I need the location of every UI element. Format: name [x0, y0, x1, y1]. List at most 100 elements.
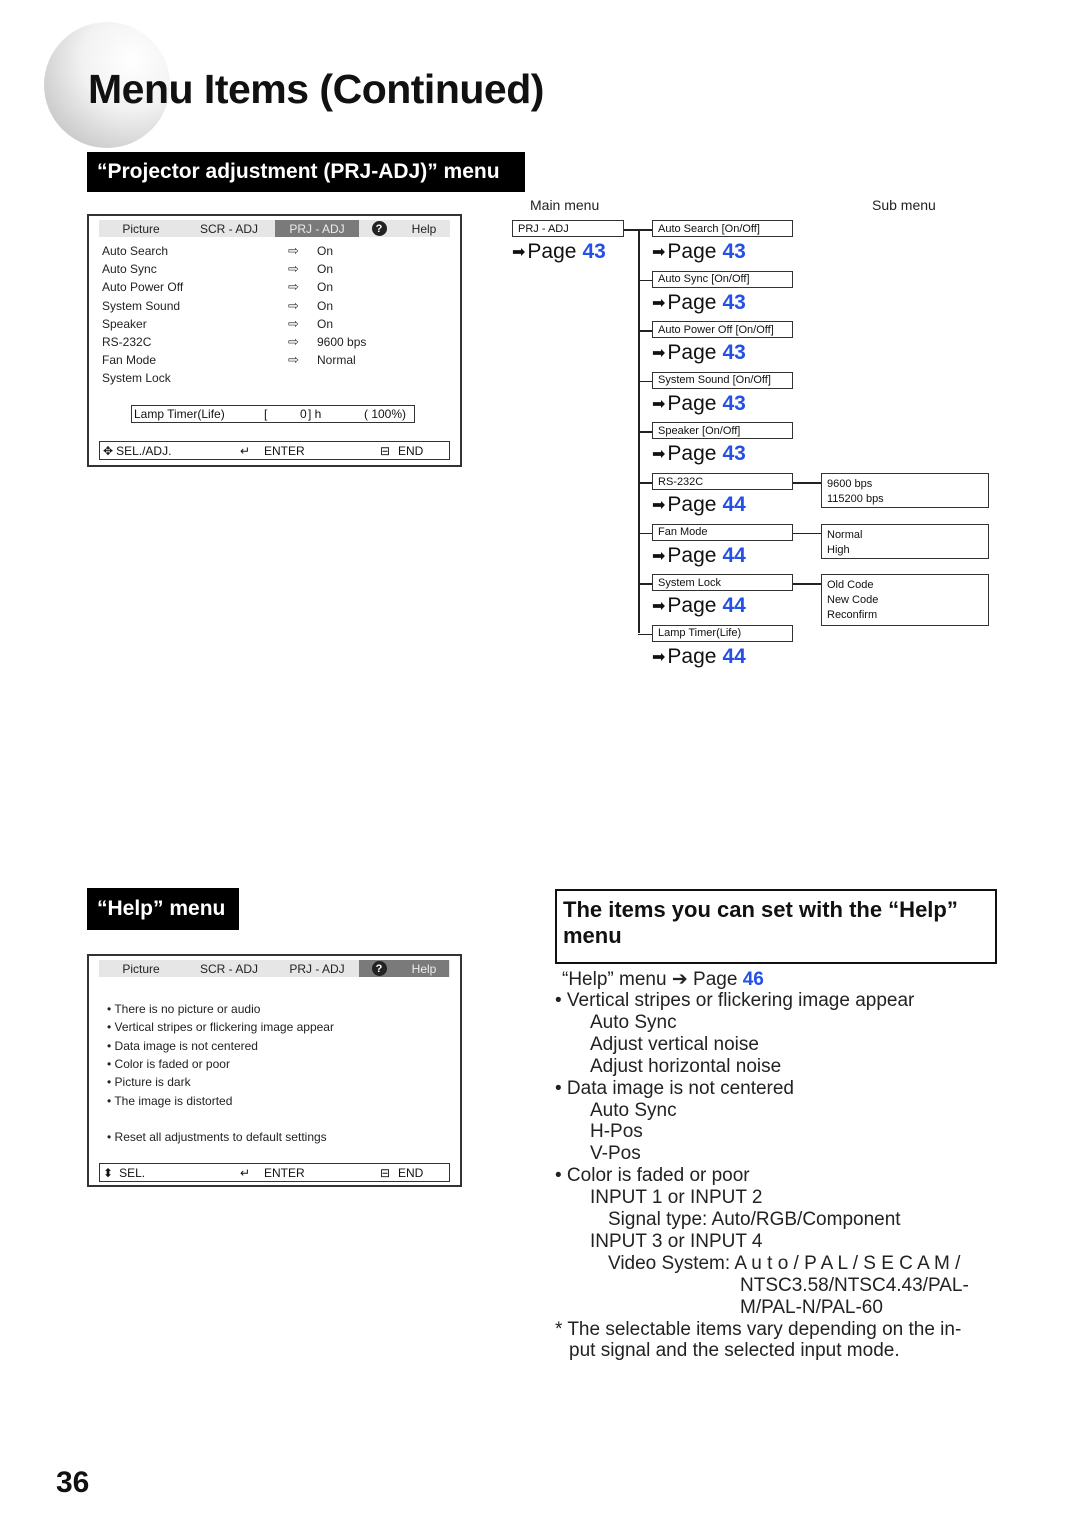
osd-menu-item[interactable]: Speaker [102, 315, 147, 333]
right-arrow-icon: ➡ [652, 446, 666, 464]
help-setting-item: INPUT 1 or INPUT 2 [590, 1187, 763, 1209]
footer-end: END [398, 443, 424, 458]
help-topic-item[interactable]: • The image is distorted [107, 1094, 232, 1108]
page-word: Page [667, 240, 717, 263]
footer-end: END [398, 1165, 424, 1180]
osd-menu-item[interactable]: Auto Search [102, 242, 168, 260]
lamp-hours: 0 [300, 407, 307, 421]
osd-menu-item[interactable]: System Sound [102, 297, 180, 315]
tree-submenu-item: Lamp Timer(Life) [652, 624, 793, 642]
menu-button-icon: ⊟ [380, 1165, 391, 1180]
right-arrow-icon: ➡ [652, 648, 666, 666]
page-link[interactable]: 43 [722, 291, 745, 315]
page-ref: ➡ Page 44 [652, 645, 746, 669]
help-setting-item: Auto Sync [590, 1099, 677, 1121]
osd-menu-item[interactable]: Auto Sync [102, 260, 157, 278]
tree-connector [624, 229, 639, 231]
osd-menu-item[interactable]: Auto Power Off [102, 278, 183, 296]
page-link[interactable]: 44 [722, 645, 745, 669]
tree-branch-line [638, 482, 653, 484]
footer-enter: ENTER [264, 443, 305, 458]
help-topic-label: Vertical stripes or flickering image app… [114, 1020, 334, 1035]
right-arrow-icon: ➡ [652, 598, 666, 616]
help-topic-heading: * The selectable items vary depending on… [555, 1318, 962, 1340]
right-arrow-icon: ➡ [652, 345, 666, 363]
help-topic-label: There is no picture or audio [114, 1002, 261, 1016]
osd-menu-item[interactable]: Fan Mode [102, 351, 156, 369]
tab-scr-adj[interactable]: SCR - ADJ [183, 220, 275, 237]
tab-help[interactable]: Help [399, 220, 449, 237]
osd-tab-bar: Picture SCR - ADJ PRJ - ADJ ? Help [99, 960, 450, 977]
help-reset-item[interactable]: • Reset all adjustments to default setti… [107, 1130, 327, 1144]
page-ref: ➡ Page 43 [652, 341, 746, 365]
tree-option-box: Normal High [821, 523, 989, 559]
help-setting-item: Signal type: Auto/RGB/Component [608, 1209, 901, 1230]
page-link[interactable]: 43 [722, 240, 745, 264]
tree-option-box: Old Code New Code Reconfirm [821, 574, 989, 627]
osd-item-label: System Sound [102, 298, 181, 313]
tab-prj-adj[interactable]: PRJ - ADJ [275, 960, 359, 977]
help-setting-item: V-Pos [590, 1143, 641, 1165]
help-topic-heading: • Color is faded or poor [555, 1165, 750, 1187]
page-title: Menu Items (Continued) [88, 66, 544, 112]
osd-item-label: Speaker [102, 316, 147, 331]
help-topic-item[interactable]: • Color is faded or poor [107, 1057, 230, 1071]
page-link[interactable]: 43 [722, 392, 745, 416]
osd-item-label: RS-232C [102, 335, 152, 349]
osd-footer: ⬍ SEL. ↵ ENTER ⊟ END [99, 1163, 450, 1182]
osd-item-label: Auto Search [102, 244, 169, 258]
page-ref: ➡ Page 43 [652, 392, 746, 416]
help-topic-item[interactable]: • Picture is dark [107, 1075, 191, 1089]
right-arrow-icon: ➡ [652, 395, 666, 413]
tree-option: High [827, 543, 850, 556]
page-word: Page [667, 493, 717, 516]
help-reset-label: Reset all adjustments to default setting… [114, 1130, 327, 1144]
osd-item-value: 9600 bps [317, 335, 367, 349]
osd-item-value: On [317, 244, 334, 258]
osd-menu-item[interactable]: RS-232C [102, 333, 151, 351]
help-setting-item: Video System: A u t o / P A L / S E C A … [608, 1252, 961, 1274]
tree-submenu-item: RS-232C [652, 473, 793, 490]
tab-picture[interactable]: Picture [99, 220, 183, 237]
osd-item-label: Fan Mode [102, 353, 157, 368]
help-topic-item[interactable]: • Data image is not centered [107, 1039, 258, 1053]
footer-enter: ENTER [264, 1165, 305, 1180]
right-arrow-icon: ⇨ [288, 279, 299, 295]
page-link[interactable]: 46 [743, 969, 764, 990]
footer-sel-adj: SEL./ADJ. [116, 443, 172, 458]
tree-branch-line [638, 532, 653, 535]
tree-branch-line [638, 330, 653, 332]
page-link[interactable]: 43 [582, 240, 605, 264]
osd-footer: ✥ SEL./ADJ. ↵ ENTER ⊟ END [99, 441, 450, 460]
page-word: Page [667, 543, 717, 567]
lamp-timer-box: Lamp Timer(Life) [ 0 ] h ( 100%) [131, 405, 415, 423]
page-ref: ➡ Page 43 [652, 291, 746, 315]
page-link[interactable]: 43 [722, 442, 745, 466]
page-word: Page [667, 644, 717, 668]
help-ref-text: “Help” menu [562, 969, 667, 990]
tab-help[interactable]: Help [399, 960, 449, 977]
tree-option-box: 9600 bps 115200 bps [821, 473, 989, 508]
tab-picture[interactable]: Picture [99, 960, 183, 977]
tree-submenu-item: System Lock [652, 574, 793, 592]
page-link[interactable]: 44 [722, 544, 745, 568]
help-setting-item: INPUT 3 or INPUT 4 [590, 1230, 763, 1252]
tree-submenu-item: Fan Mode [652, 523, 793, 541]
right-arrow-icon: ⇨ [288, 243, 299, 258]
up-down-arrow-icon: ⬍ [103, 1165, 114, 1180]
help-topic-item[interactable]: • There is no picture or audio [107, 1002, 260, 1016]
page-link[interactable]: 44 [722, 493, 745, 517]
help-topic-label: Data image is not centered [114, 1038, 258, 1053]
page-word: Page [693, 969, 738, 990]
right-arrow-icon: ⇨ [288, 352, 299, 368]
help-topic-item[interactable]: • Vertical stripes or flickering image a… [107, 1020, 334, 1034]
page-link[interactable]: 43 [722, 341, 745, 365]
tab-scr-adj[interactable]: SCR - ADJ [183, 960, 275, 977]
help-section-heading: “Help” menu [87, 888, 239, 930]
page-link[interactable]: 44 [722, 594, 745, 618]
tab-prj-adj[interactable]: PRJ - ADJ [275, 220, 359, 237]
help-menu-page-ref: “Help” menu ➔ Page 46 [562, 968, 764, 991]
osd-menu-item[interactable]: System Lock [102, 369, 171, 387]
tree-submenu-item: System Sound [On/Off] [652, 371, 793, 389]
help-setting-item: H-Pos [590, 1121, 643, 1143]
